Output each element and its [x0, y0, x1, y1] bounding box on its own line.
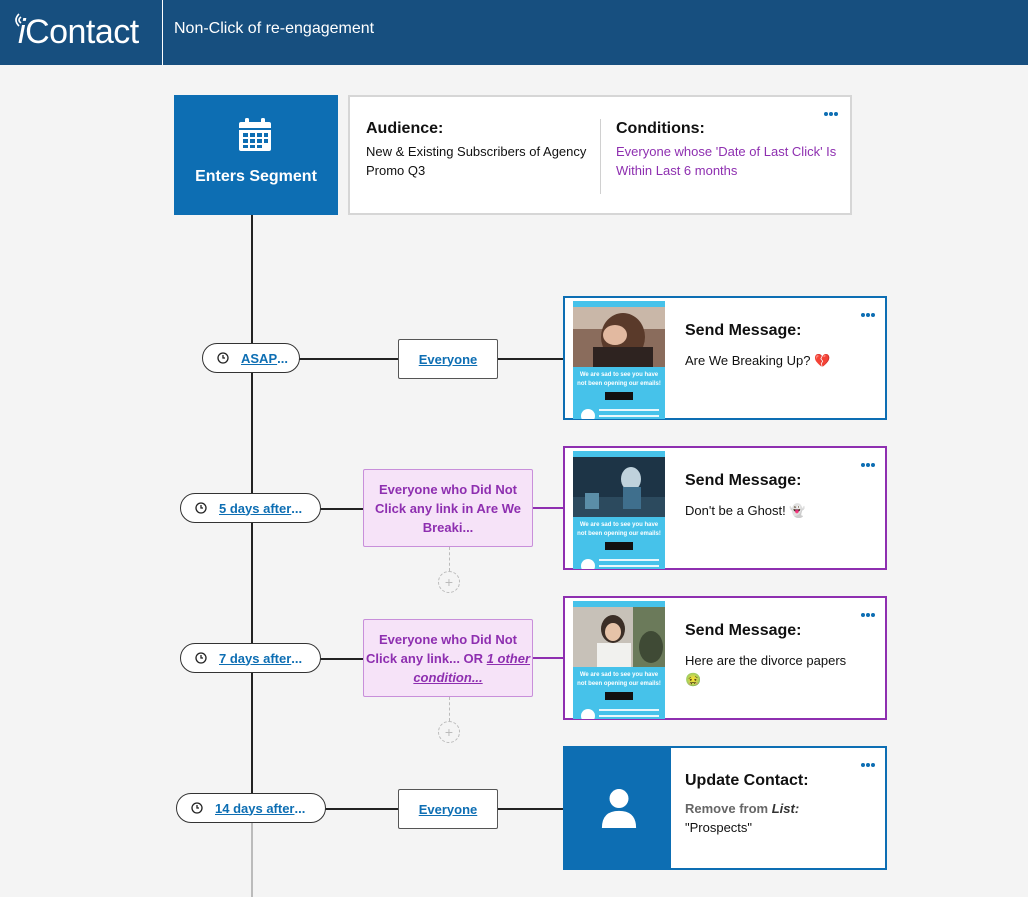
- message-subject: Here are the divorce papers 🤢: [685, 653, 847, 687]
- add-branch-button[interactable]: +: [438, 721, 460, 743]
- enters-segment-trigger[interactable]: Enters Segment: [174, 95, 338, 215]
- timing-link[interactable]: 7 days after: [219, 651, 291, 666]
- filter-everyone[interactable]: Everyone: [398, 339, 498, 379]
- more-options-icon[interactable]: [824, 111, 840, 117]
- timing-pill-5-days[interactable]: 5 days after...: [180, 493, 321, 523]
- email-thumbnail: We are sad to see you have not been open…: [573, 451, 665, 569]
- conditions-text: Everyone whose 'Date of Last Click' Is W…: [616, 144, 837, 178]
- filter-did-not-click[interactable]: Everyone who Did Not Click any link in A…: [363, 469, 533, 547]
- calendar-icon: [239, 118, 271, 151]
- app-header: iContact Non-Click of re-engagement: [0, 0, 1028, 65]
- filter-everyone[interactable]: Everyone: [398, 789, 498, 829]
- message-subject: Are We Breaking Up? 💔: [685, 353, 831, 368]
- email-photo: [573, 607, 665, 667]
- card-title: Update Contact:: [685, 772, 809, 789]
- update-icon-panel: [565, 748, 671, 868]
- add-branch-line: [449, 697, 450, 721]
- clock-icon: [217, 352, 229, 364]
- email-photo: [573, 307, 665, 367]
- add-branch-button[interactable]: +: [438, 571, 460, 593]
- more-options-icon[interactable]: [861, 762, 877, 768]
- filter-did-not-click-or[interactable]: Everyone who Did Not Click any link... O…: [363, 619, 533, 697]
- conditions-title: Conditions:: [616, 120, 705, 137]
- thumbnail-text: We are sad to see you have not been open…: [577, 372, 661, 387]
- logo-text: iContact: [18, 13, 139, 51]
- timing-pill-14-days[interactable]: 14 days after...: [176, 793, 326, 823]
- thumbnail-avatar: [581, 409, 595, 419]
- audience-title: Audience:: [366, 120, 444, 137]
- step2-connector-purple: [532, 507, 563, 509]
- thumbnail-lines: [599, 559, 659, 567]
- more-options-icon[interactable]: [861, 612, 877, 618]
- thumbnail-button: [605, 392, 633, 400]
- message-subject: Don't be a Ghost! 👻: [685, 503, 806, 518]
- thumbnail-text: We are sad to see you have not been open…: [577, 672, 661, 687]
- add-branch-line: [449, 547, 450, 571]
- send-message-card[interactable]: We are sad to see you have not been open…: [563, 446, 887, 570]
- card-title: Send Message:: [685, 622, 802, 639]
- card-divider: [600, 119, 601, 194]
- thumbnail-button: [605, 692, 633, 700]
- user-icon: [601, 789, 637, 828]
- clock-icon: [191, 802, 203, 814]
- email-thumbnail: We are sad to see you have not been open…: [573, 601, 665, 719]
- more-options-icon[interactable]: [861, 312, 877, 318]
- timing-link[interactable]: 5 days after: [219, 501, 291, 516]
- timing-pill-7-days[interactable]: 7 days after...: [180, 643, 321, 673]
- timing-pill-asap[interactable]: ASAP...: [202, 343, 300, 373]
- send-message-card[interactable]: We are sad to see you have not been open…: [563, 296, 887, 420]
- workflow-title: Non-Click of re-engagement: [174, 20, 375, 37]
- thumbnail-lines: [599, 709, 659, 717]
- trigger-label: Enters Segment: [195, 168, 317, 185]
- step2-connector: [320, 508, 364, 510]
- timing-link[interactable]: 14 days after: [215, 801, 295, 816]
- trunk-line-continuation: [251, 823, 253, 897]
- thumbnail-avatar: [581, 709, 595, 719]
- thumbnail-button: [605, 542, 633, 550]
- thumbnail-lines: [599, 409, 659, 417]
- clock-icon: [195, 502, 207, 514]
- audience-text: New & Existing Subscribers of Agency Pro…: [366, 144, 587, 178]
- thumbnail-avatar: [581, 559, 595, 569]
- step3-connector-purple: [532, 657, 563, 659]
- step3-connector: [320, 658, 364, 660]
- icontact-logo[interactable]: iContact: [0, 0, 163, 65]
- audience-conditions-card[interactable]: Audience: New & Existing Subscribers of …: [348, 95, 852, 215]
- update-action-label: Remove from List:: [685, 801, 800, 816]
- clock-icon: [195, 652, 207, 664]
- timing-link[interactable]: ASAP: [241, 351, 277, 366]
- email-photo: [573, 457, 665, 517]
- more-options-icon[interactable]: [861, 462, 877, 468]
- email-thumbnail: We are sad to see you have not been open…: [573, 301, 665, 419]
- update-action-value: "Prospects": [685, 820, 753, 835]
- thumbnail-text: We are sad to see you have not been open…: [577, 522, 661, 537]
- card-title: Send Message:: [685, 472, 802, 489]
- card-title: Send Message:: [685, 322, 802, 339]
- send-message-card[interactable]: We are sad to see you have not been open…: [563, 596, 887, 720]
- update-contact-card[interactable]: Update Contact: Remove from List: "Prosp…: [563, 746, 887, 870]
